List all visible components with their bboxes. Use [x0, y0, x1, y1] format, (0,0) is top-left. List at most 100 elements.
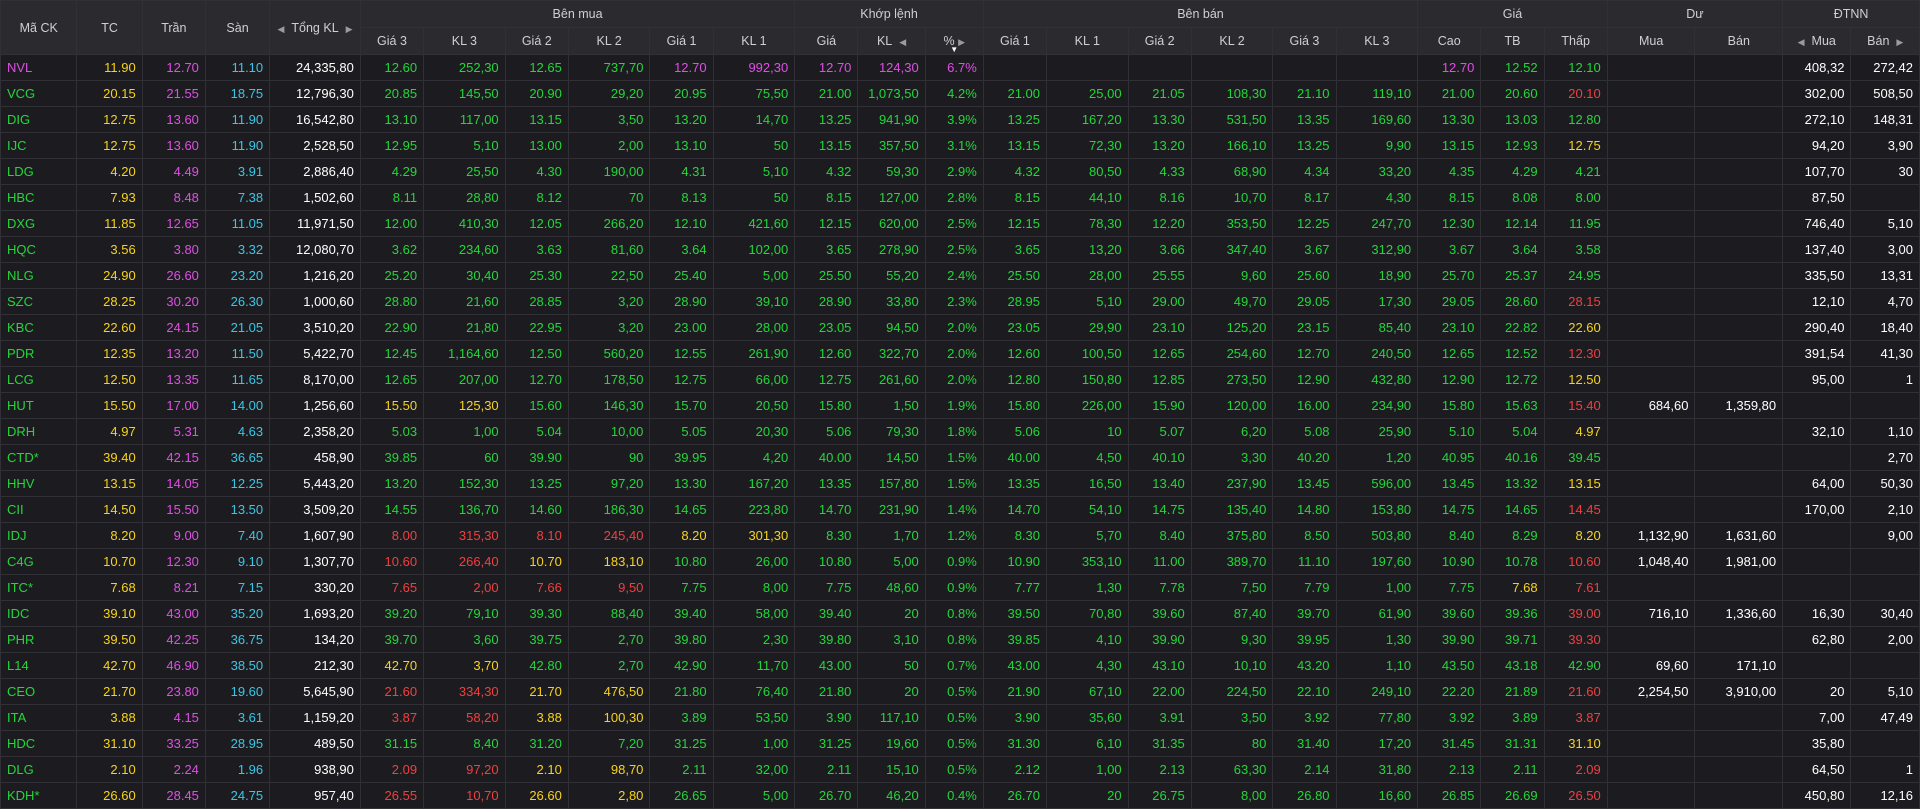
arrow-right-icon[interactable]: ▶	[346, 24, 353, 34]
col-remain-sell[interactable]: Bán	[1694, 27, 1784, 55]
cell-bid2-vol: 3,20	[567, 288, 651, 315]
cell-symbol[interactable]: ITC*	[0, 574, 78, 601]
cell-symbol[interactable]: ITA	[0, 704, 78, 731]
table-row[interactable]: HQC 3.56 3.80 3.32 12,080,70 3.62 234,60 3.63 81…	[0, 236, 1920, 263]
cell-symbol[interactable]: NVL	[0, 54, 78, 81]
cell-symbol[interactable]: IDC	[0, 600, 78, 627]
table-row[interactable]: IDC 39.10 43.00 35.20 1,693,20 39.20 79,10 39.3…	[0, 600, 1920, 627]
table-row[interactable]: DIG 12.75 13.60 11.90 16,542,80 13.10 117,00 13…	[0, 106, 1920, 133]
cell-match-vol: 357,50	[857, 132, 926, 159]
cell-symbol[interactable]: LCG	[0, 366, 78, 393]
col-bid3-vol[interactable]: KL 3	[423, 27, 506, 55]
cell-symbol[interactable]: DRH	[0, 418, 78, 445]
col-bid3[interactable]: Giá 3	[359, 27, 425, 55]
cell-ask3: 29.05	[1272, 288, 1337, 315]
cell-symbol[interactable]: HBC	[0, 184, 78, 211]
cell-symbol[interactable]: CTD*	[0, 444, 78, 471]
cell-symbol[interactable]: L14	[0, 652, 78, 679]
cell-symbol[interactable]: CII	[0, 496, 78, 523]
cell-bid3: 12.00	[359, 210, 425, 237]
cell-symbol[interactable]: HDC	[0, 730, 78, 757]
table-row[interactable]: HHV 13.15 14.05 12.25 5,443,20 13.20 152,30 13.…	[0, 470, 1920, 497]
table-row[interactable]: DRH 4.97 5.31 4.63 2,358,20 5.03 1,00 5.04 10,00…	[0, 418, 1920, 445]
col-ref[interactable]: TC	[76, 0, 143, 55]
table-row[interactable]: SZC 28.25 30.20 26.30 1,000,60 28.80 21,60 28.8…	[0, 288, 1920, 315]
cell-symbol[interactable]: C4G	[0, 548, 78, 575]
table-row[interactable]: ITA 3.88 4.15 3.61 1,159,20 3.87 58,20 3.88 100,…	[0, 704, 1920, 731]
table-row[interactable]: KDH* 26.60 28.45 24.75 957,40 26.55 10,70 26.60…	[0, 782, 1920, 809]
arrow-right-icon[interactable]: ▶	[1896, 37, 1903, 47]
col-symbol[interactable]: Mã CK	[0, 0, 78, 55]
cell-symbol[interactable]: DLG	[0, 756, 78, 783]
cell-high: 15.80	[1417, 392, 1482, 419]
table-row[interactable]: L14 42.70 46.90 38.50 212,30 42.70 3,70 42.80 2,…	[0, 652, 1920, 679]
cell-symbol[interactable]: LDG	[0, 158, 78, 185]
col-ask3[interactable]: Giá 3	[1272, 27, 1337, 55]
cell-symbol[interactable]: PDR	[0, 340, 78, 367]
cell-symbol[interactable]: PHR	[0, 626, 78, 653]
table-row[interactable]: ITC* 7.68 8.21 7.15 330,20 7.65 2,00 7.66 9,50 7.…	[0, 574, 1920, 601]
table-row[interactable]: PHR 39.50 42.25 36.75 134,20 39.70 3,60 39.75 2,…	[0, 626, 1920, 653]
cell-symbol[interactable]: HHV	[0, 470, 78, 497]
table-row[interactable]: CII 14.50 15.50 13.50 3,509,20 14.55 136,70 14.…	[0, 496, 1920, 523]
col-ask2[interactable]: Giá 2	[1127, 27, 1192, 55]
col-high[interactable]: Cao	[1417, 27, 1482, 55]
cell-symbol[interactable]: DIG	[0, 106, 78, 133]
table-row[interactable]: DLG 2.10 2.24 1.96 938,90 2.09 97,20 2.10 98,70 2…	[0, 756, 1920, 783]
table-row[interactable]: CTD* 39.40 42.15 36.65 458,90 39.85 60 39.90 90 3…	[0, 444, 1920, 471]
col-avg[interactable]: TB	[1480, 27, 1545, 55]
table-row[interactable]: KBC 22.60 24.15 21.05 3,510,20 22.90 21,80 22.9…	[0, 314, 1920, 341]
cell-symbol[interactable]: KBC	[0, 314, 78, 341]
cell-symbol[interactable]: IJC	[0, 132, 78, 159]
col-foreign-buy[interactable]: ◀ Mua	[1782, 27, 1852, 55]
arrow-left-icon[interactable]: ◀	[899, 37, 906, 47]
col-ask1-vol[interactable]: KL 1	[1046, 27, 1129, 55]
col-foreign-sell[interactable]: Bán ▶	[1850, 27, 1920, 55]
col-ceil[interactable]: Trần	[141, 0, 206, 55]
cell-symbol[interactable]: DXG	[0, 210, 78, 237]
arrow-left-icon[interactable]: ◀	[278, 24, 285, 34]
col-ask2-vol[interactable]: KL 2	[1190, 27, 1274, 55]
table-row[interactable]: PDR 12.35 13.20 11.50 5,422,70 12.45 1,164,60 1…	[0, 340, 1920, 367]
col-bid2[interactable]: Giá 2	[504, 27, 569, 55]
cell-symbol[interactable]: IDJ	[0, 522, 78, 549]
table-row[interactable]: LDG 4.20 4.49 3.91 2,886,40 4.29 25,50 4.30 190,…	[0, 158, 1920, 185]
cell-symbol[interactable]: SZC	[0, 288, 78, 315]
cell-symbol[interactable]: NLG	[0, 262, 78, 289]
col-floor[interactable]: Sàn	[204, 0, 271, 55]
cell-symbol[interactable]: HUT	[0, 392, 78, 419]
cell-symbol[interactable]: VCG	[0, 80, 78, 107]
col-bid1[interactable]: Giá 1	[649, 27, 714, 55]
table-row[interactable]: DXG 11.85 12.65 11.05 11,971,50 12.00 410,30 12…	[0, 210, 1920, 237]
col-match-vol[interactable]: KL ◀	[857, 27, 926, 55]
cell-bid2-vol: 2,70	[567, 652, 651, 679]
table-row[interactable]: HBC 7.93 8.48 7.38 1,502,60 8.11 28,80 8.12 70 8.…	[0, 184, 1920, 211]
arrow-left-icon[interactable]: ◀	[1798, 37, 1805, 47]
table-row[interactable]: HDC 31.10 33.25 28.95 489,50 31.15 8,40 31.20 7,…	[0, 730, 1920, 757]
table-row[interactable]: LCG 12.50 13.35 11.65 8,170,00 12.65 207,00 12.…	[0, 366, 1920, 393]
col-low[interactable]: Thấp	[1543, 27, 1608, 55]
table-row[interactable]: NVL 11.90 12.70 11.10 24,335,80 12.60 252,30 12…	[0, 54, 1920, 81]
table-row[interactable]: IJC 12.75 13.60 11.90 2,528,50 12.95 5,10 13.00…	[0, 132, 1920, 159]
cell-match-pct: 0.9%	[924, 548, 984, 575]
table-row[interactable]: HUT 15.50 17.00 14.00 1,256,60 15.50 125,30 15.…	[0, 392, 1920, 419]
col-remain-buy[interactable]: Mua	[1606, 27, 1696, 55]
cell-symbol[interactable]: KDH*	[0, 782, 78, 809]
cell-ask2: 22.00	[1127, 678, 1192, 705]
col-bid1-vol[interactable]: KL 1	[712, 27, 796, 55]
table-row[interactable]: C4G 10.70 12.30 9.10 1,307,70 10.60 266,40 10.7…	[0, 548, 1920, 575]
cell-bid2: 28.85	[504, 288, 569, 315]
cell-symbol[interactable]: CEO	[0, 678, 78, 705]
col-bid2-vol[interactable]: KL 2	[567, 27, 651, 55]
col-match-price[interactable]: Giá	[794, 27, 859, 55]
cell-symbol[interactable]: HQC	[0, 236, 78, 263]
table-row[interactable]: IDJ 8.20 9.00 7.40 1,607,90 8.00 315,30 8.10 245…	[0, 522, 1920, 549]
table-row[interactable]: VCG 20.15 21.55 18.75 12,796,30 20.85 145,50 20…	[0, 80, 1920, 107]
col-ask3-vol[interactable]: KL 3	[1335, 27, 1419, 55]
table-row[interactable]: CEO 21.70 23.80 19.60 5,645,90 21.60 334,30 21.…	[0, 678, 1920, 705]
table-row[interactable]: NLG 24.90 26.60 23.20 1,216,20 25.20 30,40 25.3…	[0, 262, 1920, 289]
col-match-pct[interactable]: % ▶ ▼	[924, 27, 984, 55]
col-ask1[interactable]: Giá 1	[982, 27, 1048, 55]
col-total-vol[interactable]: ◀ Tổng KL ▶	[269, 0, 361, 55]
arrow-right-icon[interactable]: ▶	[958, 37, 965, 47]
